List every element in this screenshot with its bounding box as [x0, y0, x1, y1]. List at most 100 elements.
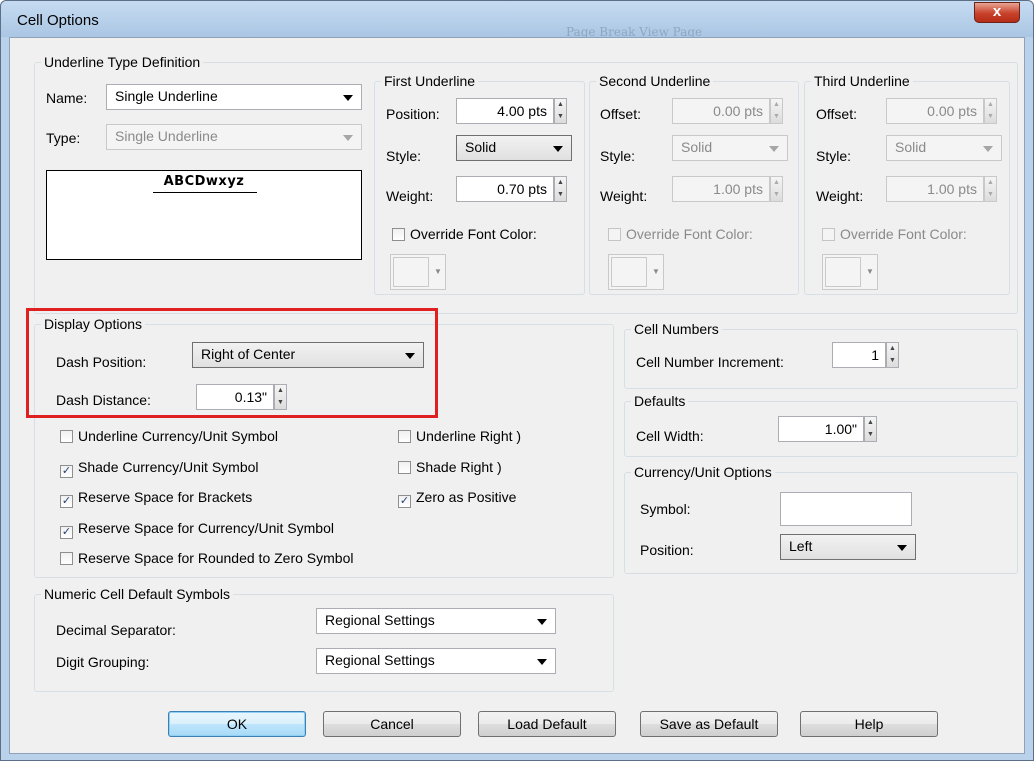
cell-width-input[interactable]: 1.00"	[778, 416, 864, 442]
second-override-font-color-checkbox[interactable]: Override Font Color:	[608, 226, 753, 242]
dash-position-select[interactable]: Right of Center	[192, 342, 424, 368]
chevron-down-icon	[405, 353, 415, 359]
chevron-down-icon	[769, 146, 779, 152]
second-offset-spinner[interactable]: ▲ ▼	[770, 98, 783, 124]
first-weight-input[interactable]: 0.70 pts	[456, 176, 554, 202]
ok-button[interactable]: OK	[168, 711, 306, 737]
cell-width-spinner[interactable]: ▲ ▼	[864, 416, 877, 442]
decimal-separator-label: Decimal Separator:	[56, 622, 176, 638]
dash-position-value: Right of Center	[201, 346, 296, 362]
first-override-font-color-checkbox[interactable]: Override Font Color:	[392, 226, 537, 242]
checkbox-box	[398, 461, 411, 474]
dash-distance-label: Dash Distance:	[56, 392, 151, 408]
name-select[interactable]: Single Underline	[106, 84, 362, 110]
currency-position-value: Left	[789, 538, 813, 554]
symbol-label: Symbol:	[640, 501, 691, 517]
down-arrow-icon: ▼	[557, 191, 564, 198]
shade-currency-checkbox[interactable]: ✓ Shade Currency/Unit Symbol	[60, 459, 259, 478]
second-offset-input[interactable]: 0.00 pts	[672, 98, 770, 124]
down-arrow-icon: ▼	[557, 113, 564, 120]
reserve-brackets-checkbox[interactable]: ✓ Reserve Space for Brackets	[60, 489, 252, 508]
cell-width-label: Cell Width:	[636, 428, 704, 444]
name-label: Name:	[46, 90, 88, 106]
digit-grouping-value: Regional Settings	[325, 652, 435, 668]
third-weight-spinner[interactable]: ▲ ▼	[984, 176, 997, 202]
cancel-button[interactable]: Cancel	[323, 711, 461, 737]
up-arrow-icon: ▲	[557, 179, 564, 186]
type-select-value: Single Underline	[115, 128, 218, 144]
chevron-down-icon	[537, 619, 547, 625]
checkbox-label: Shade Right )	[416, 459, 502, 475]
second-underline-legend: Second Underline	[599, 73, 711, 89]
symbol-input[interactable]	[780, 492, 912, 526]
shade-right-checkbox[interactable]: Shade Right )	[398, 459, 502, 475]
second-font-color-picker[interactable]: ▼	[608, 254, 664, 290]
cell-number-increment-label: Cell Number Increment:	[636, 354, 784, 370]
underline-type-definition-legend: Underline Type Definition	[44, 54, 201, 70]
type-select[interactable]: Single Underline	[106, 124, 362, 150]
second-weight-label: Weight:	[600, 188, 648, 204]
third-font-color-picker[interactable]: ▼	[822, 254, 878, 290]
third-weight-label: Weight:	[816, 188, 864, 204]
dash-distance-spinner[interactable]: ▲ ▼	[274, 384, 287, 410]
chevron-down-icon	[553, 146, 563, 152]
up-arrow-icon: ▲	[277, 387, 284, 394]
first-underline-legend: First Underline	[384, 73, 476, 89]
preview-underline	[153, 192, 257, 193]
save-as-default-button[interactable]: Save as Default	[640, 711, 778, 737]
dash-distance-input[interactable]: 0.13"	[196, 384, 274, 410]
reserve-currency-checkbox[interactable]: ✓ Reserve Space for Currency/Unit Symbol	[60, 520, 334, 539]
second-weight-spinner[interactable]: ▲ ▼	[770, 176, 783, 202]
digit-grouping-select[interactable]: Regional Settings	[316, 648, 556, 674]
title-bar[interactable]: Cell Options Page Break View Page x	[1, 1, 1033, 39]
load-default-button[interactable]: Load Default	[478, 711, 616, 737]
third-style-select[interactable]: Solid	[886, 135, 1002, 161]
numeric-cell-default-symbols-legend: Numeric Cell Default Symbols	[44, 586, 230, 602]
dash-position-label: Dash Position:	[56, 354, 147, 370]
close-button[interactable]: x	[974, 2, 1020, 23]
first-style-select[interactable]: Solid	[456, 135, 572, 161]
help-button[interactable]: Help	[800, 711, 938, 737]
reserve-rounded-zero-checkbox[interactable]: Reserve Space for Rounded to Zero Symbol	[60, 550, 353, 566]
third-offset-label: Offset:	[816, 106, 857, 122]
checkbox-label: Reserve Space for Currency/Unit Symbol	[78, 520, 334, 536]
close-icon: x	[992, 3, 1002, 20]
down-arrow-icon: ▼	[773, 191, 780, 198]
currency-position-select[interactable]: Left	[780, 534, 916, 560]
first-override-label: Override Font Color:	[410, 226, 537, 242]
checkbox-label: Underline Currency/Unit Symbol	[78, 428, 278, 444]
chevron-down-icon	[343, 135, 353, 141]
second-weight-input[interactable]: 1.00 pts	[672, 176, 770, 202]
cell-number-increment-input[interactable]: 1	[832, 342, 886, 368]
up-arrow-icon: ▲	[987, 179, 994, 186]
zero-as-positive-checkbox[interactable]: ✓ Zero as Positive	[398, 489, 516, 508]
underline-preview: ABCDwxyz	[46, 170, 362, 260]
third-override-label: Override Font Color:	[840, 226, 967, 242]
decimal-separator-select[interactable]: Regional Settings	[316, 608, 556, 634]
underline-right-checkbox[interactable]: Underline Right )	[398, 428, 521, 444]
checkbox-box	[392, 228, 405, 241]
cell-number-increment-spinner[interactable]: ▲ ▼	[886, 342, 899, 368]
third-offset-input[interactable]: 0.00 pts	[886, 98, 984, 124]
underline-currency-checkbox[interactable]: Underline Currency/Unit Symbol	[60, 428, 278, 444]
name-select-value: Single Underline	[115, 88, 218, 104]
checkmark-icon: ✓	[398, 495, 411, 508]
checkbox-label: Reserve Space for Rounded to Zero Symbol	[78, 550, 354, 566]
up-arrow-icon: ▲	[557, 101, 564, 108]
chevron-down-icon	[343, 95, 353, 101]
third-override-font-color-checkbox[interactable]: Override Font Color:	[822, 226, 967, 242]
first-weight-spinner[interactable]: ▲ ▼	[554, 176, 567, 202]
checkbox-label: Shade Currency/Unit Symbol	[78, 459, 259, 475]
second-style-select[interactable]: Solid	[672, 135, 788, 161]
checkbox-box	[60, 430, 73, 443]
chevron-down-icon	[897, 545, 907, 551]
first-position-spinner[interactable]: ▲ ▼	[554, 98, 567, 124]
third-offset-spinner[interactable]: ▲ ▼	[984, 98, 997, 124]
first-position-input[interactable]: 4.00 pts	[456, 98, 554, 124]
second-style-value: Solid	[681, 139, 713, 155]
up-arrow-icon: ▲	[987, 101, 994, 108]
third-weight-input[interactable]: 1.00 pts	[886, 176, 984, 202]
first-font-color-picker[interactable]: ▼	[390, 254, 446, 290]
first-position-label: Position:	[386, 106, 440, 122]
third-style-label: Style:	[816, 148, 852, 164]
